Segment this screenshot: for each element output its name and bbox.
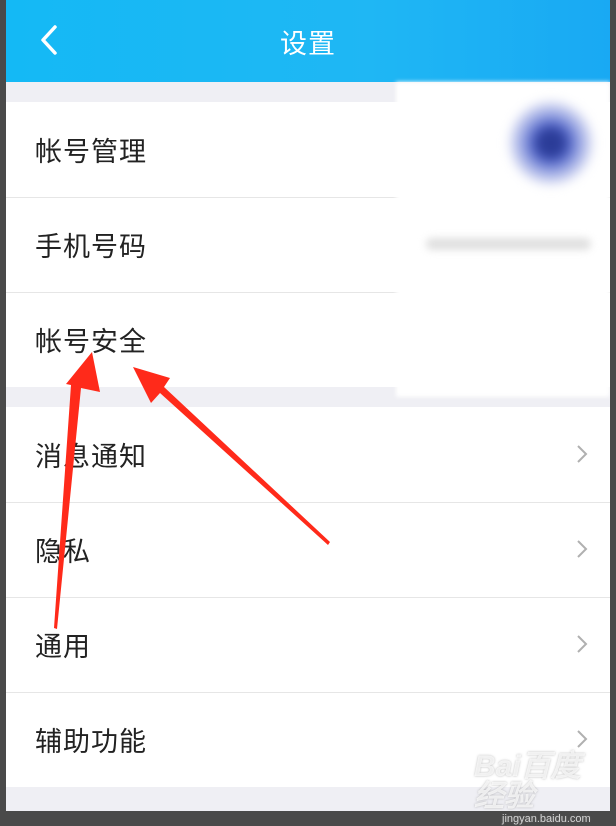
watermark-url: jingyan.baidu.com bbox=[502, 813, 591, 825]
settings-item-label: 消息通知 bbox=[35, 442, 147, 473]
settings-item-label: 帐号管理 bbox=[35, 137, 147, 168]
settings-item-privacy[interactable]: 隐私 bbox=[6, 502, 610, 597]
chevron-right-icon bbox=[577, 540, 588, 558]
settings-item-general[interactable]: 通用 bbox=[6, 597, 610, 692]
page-title: 设置 bbox=[280, 29, 336, 60]
settings-item-label: 帐号安全 bbox=[35, 327, 147, 358]
watermark: Bai百度 经验 jingyan.baidu.com bbox=[474, 752, 604, 826]
settings-item-label: 隐私 bbox=[35, 537, 91, 568]
watermark-logo: Bai百度 经验 bbox=[474, 750, 581, 813]
top-navigation-bar: 设置 bbox=[6, 0, 610, 82]
chevron-right-icon bbox=[577, 445, 588, 463]
settings-item-label: 通用 bbox=[35, 632, 91, 663]
chevron-right-icon bbox=[577, 730, 588, 748]
settings-item-label: 手机号码 bbox=[35, 232, 147, 263]
settings-item-notifications[interactable]: 消息通知 bbox=[6, 407, 610, 502]
settings-item-label: 辅助功能 bbox=[35, 727, 147, 758]
avatar[interactable] bbox=[506, 98, 596, 188]
general-settings-group: 消息通知 隐私 通用 辅助功能 bbox=[6, 407, 610, 787]
chevron-right-icon bbox=[577, 635, 588, 653]
settings-screen: 设置 帐号管理 手机号码 帐号安全 消息通知 隐私 通用 辅助功能 bbox=[6, 0, 610, 811]
redacted-phone-number bbox=[426, 238, 591, 250]
